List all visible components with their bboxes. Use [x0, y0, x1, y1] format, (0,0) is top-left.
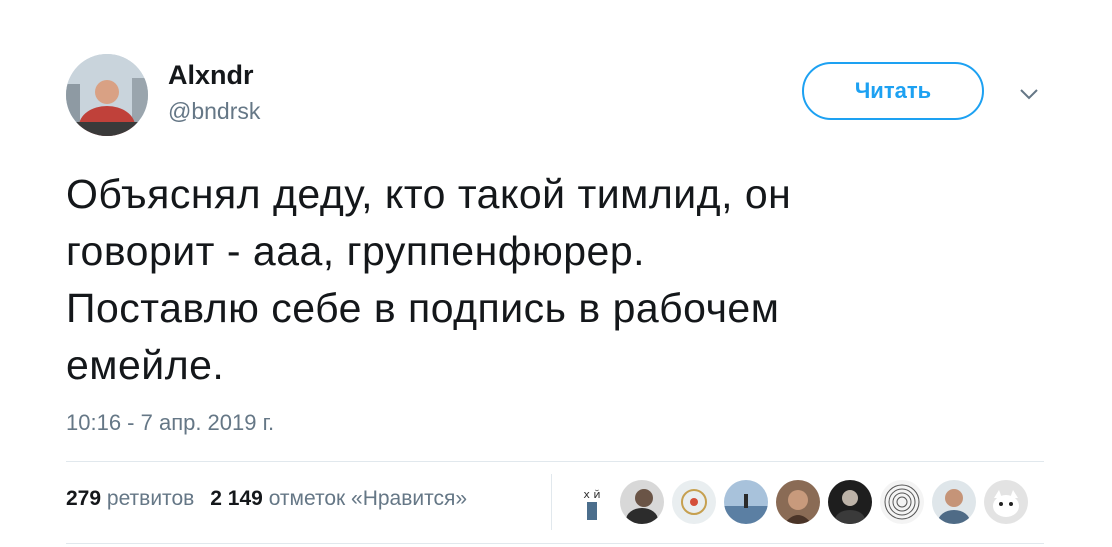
liker-avatar[interactable]	[878, 478, 926, 526]
author-avatar[interactable]	[66, 54, 148, 136]
author-name[interactable]: Alxndr	[168, 60, 254, 91]
liker-avatar[interactable]	[982, 478, 1030, 526]
likes-label: отметок «Нравится»	[268, 487, 468, 510]
author-handle[interactable]: @bndrsk	[168, 98, 260, 125]
liker-avatar[interactable]	[774, 478, 822, 526]
liker-avatar[interactable]: х й	[568, 478, 616, 526]
tweet-timestamp[interactable]: 10:16 - 7 апр. 2019 г.	[66, 410, 274, 436]
tweet-text: Объяснял деду, кто такой тимлид, он гово…	[66, 171, 792, 388]
divider	[66, 461, 1044, 462]
likes-count: 2 149	[210, 487, 263, 510]
liker-avatar[interactable]	[618, 478, 666, 526]
liker-avatar[interactable]	[722, 478, 770, 526]
liker-avatar[interactable]	[930, 478, 978, 526]
retweets-label: ретвитов	[106, 487, 195, 510]
liker-avatar-text: х й	[583, 488, 600, 501]
follow-button[interactable]: Читать	[802, 62, 984, 120]
liker-avatar[interactable]	[826, 478, 874, 526]
divider	[66, 543, 1044, 544]
chevron-down-icon[interactable]	[1018, 86, 1040, 102]
tweet-stats: 279 ретвитов 2 149 отметок «Нравится»	[66, 487, 467, 511]
liker-avatar[interactable]	[670, 478, 718, 526]
likes-stat[interactable]: 2 149 отметок «Нравится»	[210, 487, 467, 510]
stats-separator	[551, 474, 552, 530]
retweets-count: 279	[66, 487, 102, 510]
retweets-stat[interactable]: 279 ретвитов	[66, 487, 194, 510]
